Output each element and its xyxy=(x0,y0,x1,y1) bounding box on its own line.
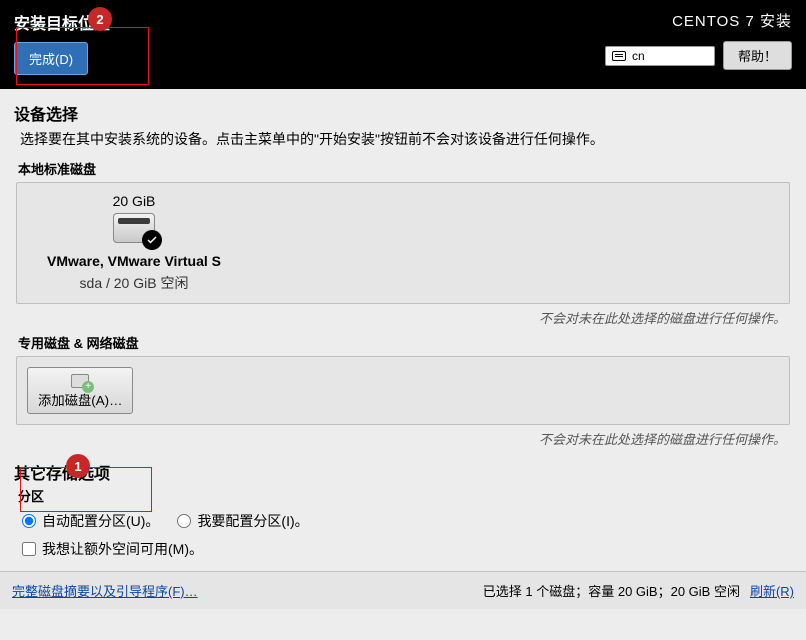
disk-name: VMware, VMware Virtual S xyxy=(47,253,221,269)
refresh-link[interactable]: 刷新(R) xyxy=(750,581,794,600)
local-disks-note: 不会对未在此处选择的磁盘进行任何操作。 xyxy=(14,308,786,327)
footer-status: 已选择 1 个磁盘；容量 20 GiB；20 GiB 空闲 xyxy=(483,581,740,600)
special-disks-panel: 添加磁盘(A)… xyxy=(16,356,790,425)
product-title: CENTOS 7 安装 xyxy=(672,10,792,31)
disk-summary-link[interactable]: 完整磁盘摘要以及引导程序(F)… xyxy=(12,581,198,600)
add-disk-button[interactable]: 添加磁盘(A)… xyxy=(27,367,133,414)
radio-auto-partition[interactable]: 自动配置分区(U)。 xyxy=(22,511,159,531)
special-disks-heading: 专用磁盘 & 网络磁盘 xyxy=(18,333,792,352)
done-button[interactable]: 完成(D) xyxy=(14,42,88,75)
harddisk-icon xyxy=(113,213,155,243)
disk-selected-check-icon xyxy=(142,230,162,250)
check-extra-input[interactable] xyxy=(22,542,36,556)
main-content: 设备选择 选择要在其中安装系统的设备。点击主菜单中的"开始安装"按钮前不会对该设… xyxy=(0,89,806,640)
local-disks-panel: 20 GiB VMware, VMware Virtual S sda / 20… xyxy=(16,182,790,304)
keyboard-indicator[interactable]: cn xyxy=(605,46,715,66)
keyboard-icon xyxy=(612,51,626,61)
radio-manual-partition[interactable]: 我要配置分区(I)。 xyxy=(177,511,308,531)
radio-manual-label: 我要配置分区(I)。 xyxy=(197,511,308,531)
local-disks-heading: 本地标准磁盘 xyxy=(18,159,792,178)
footer-bar: 完整磁盘摘要以及引导程序(F)… 已选择 1 个磁盘；容量 20 GiB；20 … xyxy=(0,571,806,609)
keyboard-layout-text: cn xyxy=(632,49,645,63)
disk-dev-line: sda / 20 GiB 空闲 xyxy=(80,273,189,293)
special-disks-note: 不会对未在此处选择的磁盘进行任何操作。 xyxy=(14,429,786,448)
help-button[interactable]: 帮助！ xyxy=(723,41,792,70)
page-title: 安装目标位置 xyxy=(14,10,110,34)
top-header: 安装目标位置 完成(D) CENTOS 7 安装 cn 帮助！ xyxy=(0,0,806,89)
device-selection-desc: 选择要在其中安装系统的设备。点击主菜单中的"开始安装"按钮前不会对该设备进行任何… xyxy=(20,129,786,149)
check-extra-space[interactable]: 我想让额外空间可用(M)。 xyxy=(22,539,203,559)
partition-subheading: 分区 xyxy=(18,486,788,505)
radio-auto-input[interactable] xyxy=(22,514,36,528)
radio-auto-label: 自动配置分区(U)。 xyxy=(42,511,159,531)
device-selection-heading: 设备选择 xyxy=(14,101,792,125)
disk-tile[interactable]: 20 GiB VMware, VMware Virtual S sda / 20… xyxy=(29,193,239,293)
check-extra-label: 我想让额外空间可用(M)。 xyxy=(42,539,203,559)
radio-manual-input[interactable] xyxy=(177,514,191,528)
add-disk-label: 添加磁盘(A)… xyxy=(38,390,122,409)
disk-size: 20 GiB xyxy=(113,193,156,209)
other-storage-heading: 其它存储选项 xyxy=(14,460,792,484)
add-disk-icon xyxy=(71,374,89,388)
